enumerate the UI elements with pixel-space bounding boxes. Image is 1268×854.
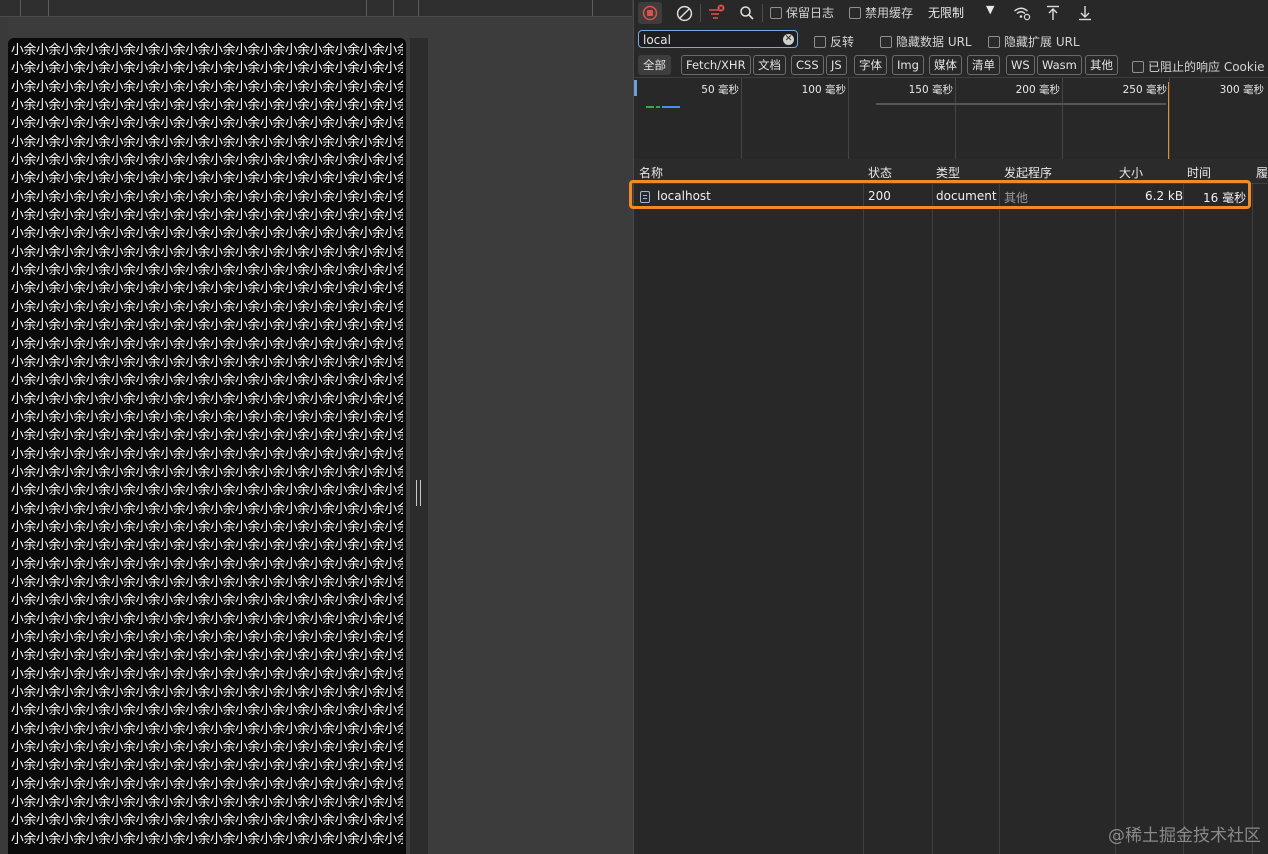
type-filter-ws[interactable]: WS (1006, 55, 1035, 75)
request-status: 200 (868, 189, 891, 203)
resize-handle-icon[interactable] (416, 480, 422, 506)
timeline-label: 150 毫秒 (908, 84, 953, 96)
type-filter-img[interactable]: Img (892, 55, 924, 75)
wifi-settings-icon[interactable] (1010, 2, 1034, 24)
table-header: 名称 状态 类型 发起程序 大小 时间 履 (634, 159, 1268, 184)
toolbar-separator (700, 4, 701, 22)
download-icon[interactable] (1074, 2, 1096, 24)
timeline-label: 250 毫秒 (1122, 84, 1167, 96)
page-viewport: 小余小余小余小余小余小余小余小余小余小余小余小余小余小余小余小余 小余小余小余小… (0, 0, 632, 854)
timeline-overview[interactable]: 50 毫秒 100 毫秒 150 毫秒 200 毫秒 250 毫秒 300 毫秒 (634, 77, 1268, 161)
type-filter-doc[interactable]: 文档 (753, 55, 786, 75)
checkbox-box[interactable] (880, 35, 892, 48)
upload-icon[interactable] (1042, 2, 1064, 24)
overview-bar-green (646, 106, 654, 108)
invert-checkbox[interactable]: 反转 (814, 33, 854, 50)
type-filter-wasm[interactable]: Wasm (1037, 55, 1082, 75)
checkbox-box[interactable] (770, 6, 782, 19)
hide-extension-urls-label: 隐藏扩展 URL (1004, 35, 1080, 49)
checkbox-box[interactable] (1132, 60, 1144, 73)
request-size: 6.2 kB (1145, 189, 1184, 203)
overview-bar-green (656, 106, 660, 108)
overview-range-line (876, 103, 1166, 105)
request-time: 16 毫秒 (1203, 191, 1247, 205)
column-header-status[interactable]: 状态 (868, 164, 892, 181)
column-header-initiator[interactable]: 发起程序 (1004, 164, 1052, 181)
clear-icon[interactable] (672, 2, 696, 24)
device-page[interactable]: 小余小余小余小余小余小余小余小余小余小余小余小余小余小余小余小余 小余小余小余小… (8, 38, 406, 854)
timeline-label: 300 毫秒 (1219, 84, 1264, 96)
request-type: document (936, 189, 997, 203)
type-filter-all[interactable]: 全部 (638, 55, 671, 75)
chevron-down-icon[interactable]: ▼ (986, 3, 994, 16)
network-toolbar: 保留日志 禁用缓存 无限制 ▼ (634, 0, 1268, 26)
ruler-tick (48, 0, 49, 16)
timeline-label: 100 毫秒 (801, 84, 846, 96)
blocked-cookies-checkbox[interactable]: 已阻止的响应 Cookie (1132, 58, 1265, 75)
request-initiator: 其他 (1004, 191, 1029, 205)
search-icon[interactable] (736, 2, 758, 24)
hide-data-urls-label: 隐藏数据 URL (896, 35, 972, 49)
column-header-waterfall[interactable]: 履 (1256, 164, 1268, 181)
timeline-label: 50 毫秒 (701, 84, 739, 96)
type-filter-css[interactable]: CSS (791, 55, 824, 75)
column-header-size[interactable]: 大小 (1119, 164, 1143, 181)
watermark: @稀土掘金技术社区 (1108, 826, 1261, 846)
overview-selection-handle[interactable] (634, 80, 637, 96)
document-icon (640, 191, 650, 203)
ruler-tick (20, 0, 21, 16)
viewport-resize-bar[interactable] (410, 38, 428, 854)
type-filter-media[interactable]: 媒体 (929, 55, 962, 75)
clear-filter-icon[interactable]: ✕ (783, 34, 794, 45)
request-name: localhost (657, 189, 711, 203)
filter-input-value: local (643, 33, 671, 47)
ruler-tick (592, 0, 593, 16)
filter-input[interactable]: local ✕ (638, 30, 798, 48)
devtools-network-panel: 保留日志 禁用缓存 无限制 ▼ local ✕ 反转 隐藏数据 URL 隐藏扩展… (633, 0, 1268, 854)
top-ruler (0, 0, 632, 17)
resource-type-filter: 全部 Fetch/XHR 文档 CSS JS 字体 Img 媒体 清单 WS W… (634, 53, 1268, 77)
overview-load-marker (1168, 82, 1169, 160)
toolbar-separator (762, 4, 763, 22)
column-header-name[interactable]: 名称 (639, 164, 663, 181)
column-header-type[interactable]: 类型 (936, 164, 960, 181)
checkbox-box[interactable] (849, 6, 861, 19)
type-filter-js[interactable]: JS (826, 55, 847, 75)
disable-cache-checkbox[interactable]: 禁用缓存 (849, 4, 913, 21)
invert-label: 反转 (830, 35, 855, 49)
viewport-gutter (0, 17, 8, 854)
hide-data-urls-checkbox[interactable]: 隐藏数据 URL (880, 33, 972, 50)
column-header-time[interactable]: 时间 (1187, 164, 1211, 181)
requests-table: 名称 状态 类型 发起程序 大小 时间 履 localhost 200 docu… (634, 159, 1268, 854)
page-text-content: 小余小余小余小余小余小余小余小余小余小余小余小余小余小余小余小余 小余小余小余小… (11, 43, 403, 847)
ruler-tick (393, 0, 394, 16)
type-filter-fetch-xhr[interactable]: Fetch/XHR (681, 55, 751, 75)
timeline-label: 200 毫秒 (1015, 84, 1060, 96)
filter-icon[interactable] (704, 2, 728, 24)
throttling-select[interactable]: 无限制 (928, 4, 964, 21)
filter-bar: local ✕ 反转 隐藏数据 URL 隐藏扩展 URL (634, 27, 1268, 53)
disable-cache-label: 禁用缓存 (865, 6, 914, 20)
preserve-log-checkbox[interactable]: 保留日志 (770, 4, 834, 21)
overview-bar-blue (662, 106, 680, 108)
blocked-cookies-label: 已阻止的响应 Cookie (1148, 60, 1265, 74)
checkbox-box[interactable] (988, 35, 1000, 48)
type-filter-manifest[interactable]: 清单 (967, 55, 1000, 75)
ruler-tick (418, 0, 419, 16)
hide-extension-urls-checkbox[interactable]: 隐藏扩展 URL (988, 33, 1080, 50)
preserve-log-label: 保留日志 (786, 6, 835, 20)
type-filter-font[interactable]: 字体 (854, 55, 887, 75)
table-row[interactable]: localhost 200 document 其他 6.2 kB 16 毫秒 (634, 184, 1254, 208)
record-stop-icon[interactable] (638, 2, 662, 24)
checkbox-box[interactable] (814, 35, 826, 48)
ruler-tick (366, 0, 367, 16)
type-filter-other[interactable]: 其他 (1085, 55, 1118, 75)
